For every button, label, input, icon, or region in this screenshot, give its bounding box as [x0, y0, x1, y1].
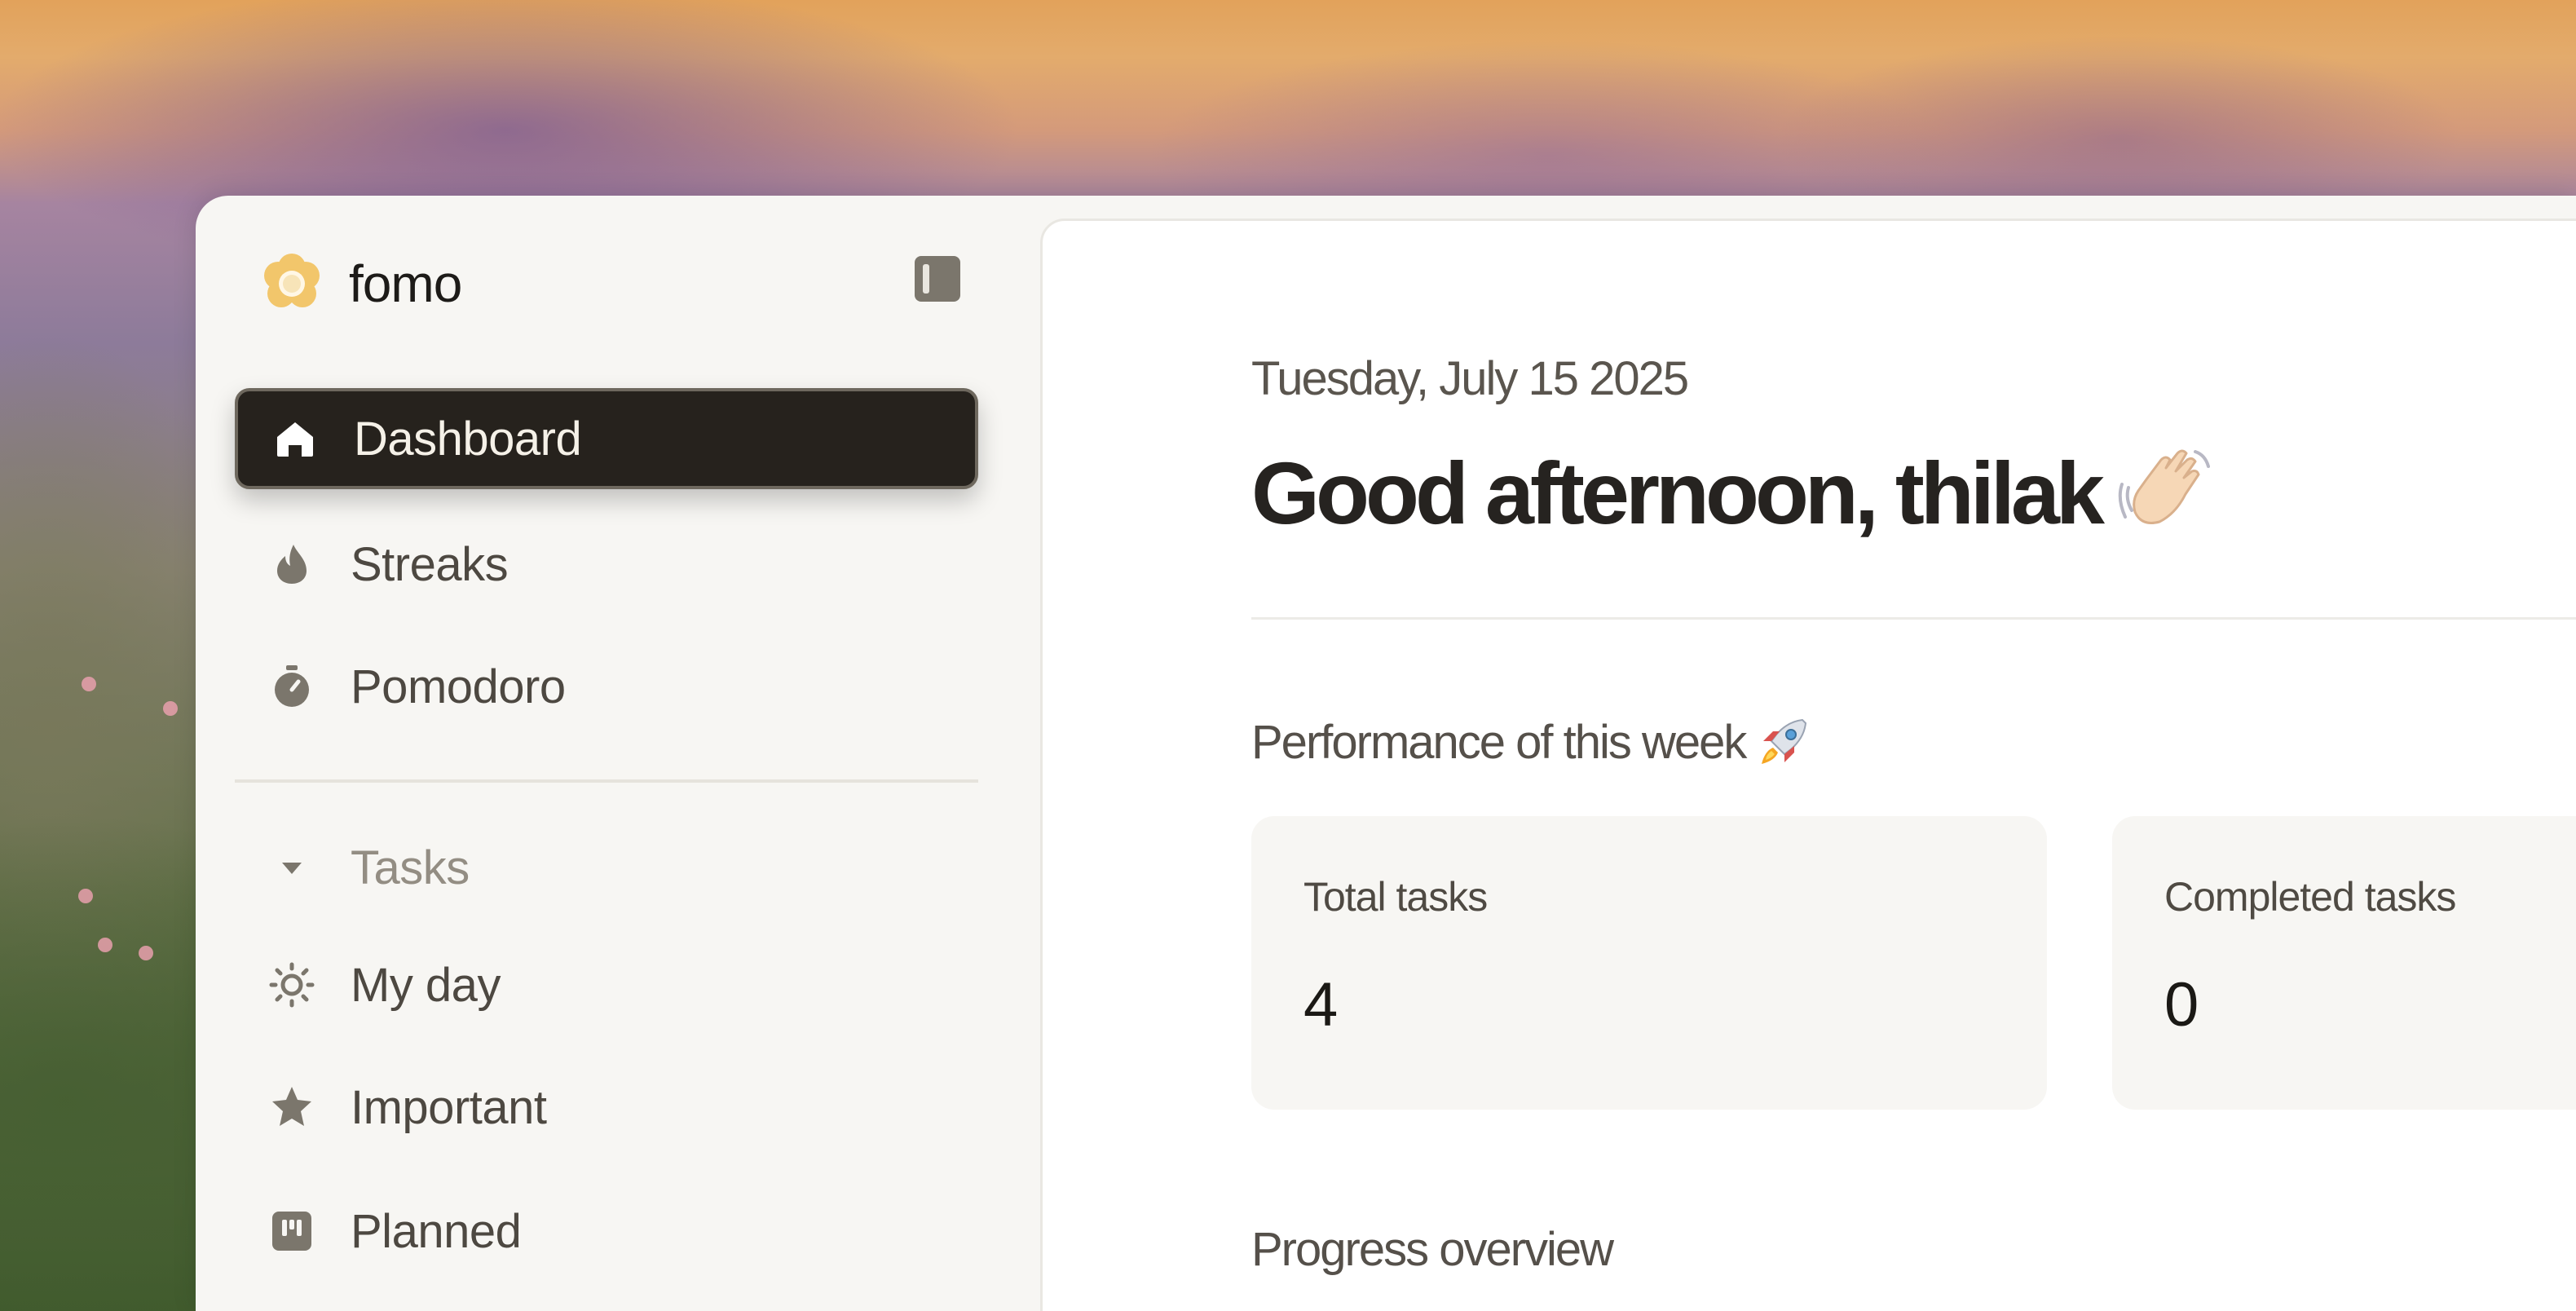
- greeting-text: Good afternoon, thilak: [1251, 443, 2105, 542]
- sidebar-item-dashboard[interactable]: Dashboard: [235, 388, 978, 489]
- flower-decoration: [98, 938, 112, 952]
- sidebar-item-label: Important: [351, 1080, 547, 1134]
- star-icon: [269, 1084, 315, 1130]
- performance-title: Performance of this week: [1251, 713, 1812, 770]
- sidebar-section-tasks[interactable]: Tasks: [235, 817, 978, 918]
- header-divider: [1251, 617, 2576, 620]
- brand[interactable]: fomo: [259, 248, 462, 320]
- stat-card-total-tasks: Total tasks 4: [1251, 816, 2047, 1110]
- sidebar-item-label: My day: [351, 958, 501, 1012]
- greeting: Good afternoon, thilak: [1251, 439, 2215, 545]
- stat-label: Total tasks: [1303, 874, 1488, 920]
- stat-card-completed-tasks: Completed tasks 0: [2112, 816, 2576, 1110]
- stat-value: 0: [2164, 970, 2199, 1040]
- progress-overview-title: Progress overview: [1251, 1222, 1614, 1277]
- flower-decoration: [82, 677, 96, 691]
- sidebar-item-my-day[interactable]: My day: [235, 934, 978, 1035]
- flower-decoration: [78, 889, 93, 903]
- performance-title-text: Performance of this week: [1251, 715, 1747, 769]
- home-icon: [272, 416, 318, 461]
- flower-logo-icon: [259, 251, 324, 316]
- sidebar-item-label: Dashboard: [354, 412, 582, 466]
- current-date: Tuesday, July 15 2025: [1251, 352, 1689, 405]
- flame-icon: [269, 541, 315, 587]
- rocket-icon: [1755, 713, 1812, 770]
- calendar-board-icon: [269, 1208, 315, 1254]
- app-name: fomo: [349, 254, 462, 313]
- sidebar-item-pomodoro[interactable]: Pomodoro: [235, 636, 978, 737]
- sidebar-item-streaks[interactable]: Streaks: [235, 514, 978, 615]
- sidebar-item-label: Planned: [351, 1204, 522, 1258]
- caret-down-icon: [269, 845, 315, 890]
- main-panel: Tuesday, July 15 2025 Good afternoon, th…: [1040, 218, 2576, 1311]
- flower-decoration: [163, 701, 178, 716]
- sidebar-item-important[interactable]: Important: [235, 1057, 978, 1158]
- sun-icon: [269, 962, 315, 1008]
- waving-hand-icon: [2117, 444, 2215, 541]
- app-window: fomo Dashboard Streaks Pomodoro Tasks My…: [196, 196, 2576, 1311]
- sidebar-item-label: Streaks: [351, 537, 509, 591]
- stat-label: Completed tasks: [2164, 874, 2456, 920]
- sidebar-divider: [235, 779, 978, 783]
- sidebar-item-label: Pomodoro: [351, 660, 566, 713]
- sidebar-item-planned[interactable]: Planned: [235, 1181, 978, 1282]
- sidebar-toggle-icon[interactable]: [915, 256, 960, 302]
- stopwatch-icon: [269, 664, 315, 709]
- sidebar-section-label: Tasks: [351, 841, 470, 894]
- sidebar: fomo Dashboard Streaks Pomodoro Tasks My…: [196, 196, 1027, 1311]
- flower-decoration: [139, 946, 153, 960]
- stat-value: 4: [1303, 970, 1339, 1040]
- progress-overview-title-text: Progress overview: [1251, 1223, 1614, 1276]
